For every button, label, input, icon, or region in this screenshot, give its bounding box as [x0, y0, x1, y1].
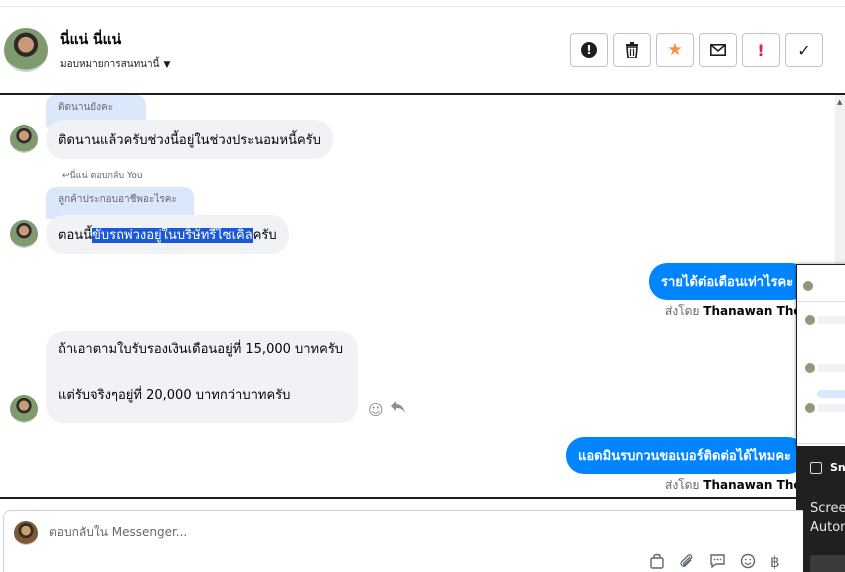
message-line-2: แต่รับจริงๆอยู่ที่ 20,000 บาทกว่าบาทครับ	[58, 388, 291, 403]
info-button[interactable]: !	[570, 33, 608, 67]
star-button[interactable]: ★	[656, 33, 694, 67]
assign-conversation-label: มอบหมายการสนทนานี้	[60, 59, 160, 70]
trash-icon	[626, 42, 638, 58]
composer-tools: ฿	[649, 553, 780, 572]
notification-action-button[interactable]	[810, 555, 845, 572]
reply-note: ↩นี่แน่ ตอบกลับ You	[62, 171, 143, 181]
done-button[interactable]: ✓	[785, 33, 823, 67]
baht-icon[interactable]: ฿	[770, 553, 780, 572]
reply-composer: ฿	[3, 510, 803, 572]
reply-input[interactable]	[49, 525, 449, 539]
paperclip-svg	[680, 554, 693, 567]
composer-divider	[0, 497, 800, 499]
emoji-svg	[740, 553, 756, 569]
contact-avatar-small[interactable]	[10, 395, 38, 423]
message-text: แอดมินรบกวนขอเบอร์ติดต่อได้ไหมคะ	[578, 449, 792, 464]
exclamation-icon: !	[757, 40, 765, 60]
sent-by-label: ส่งโดย Thanawan Thon	[665, 302, 810, 321]
notification-title: Sn	[830, 461, 845, 474]
sent-by-prefix: ส่งโดย	[665, 304, 700, 318]
selected-text: ขับรถพ่วงอยู่ในบริษัทรีไซเคิล	[92, 228, 253, 243]
emoji-icon[interactable]	[740, 553, 756, 572]
envelope-icon	[710, 44, 726, 56]
sender-name: Thanawan Thon	[703, 304, 811, 318]
contact-avatar-small[interactable]	[10, 125, 38, 153]
caret-down-icon: ▼	[163, 59, 171, 70]
message-text: ติดนานแล้วครับช่วงนี้อยู่ในช่วงประนอมหนี…	[58, 133, 321, 148]
thumbnail-bubble	[817, 316, 845, 324]
page-avatar	[14, 521, 38, 545]
thumbnail-divider	[797, 301, 845, 302]
thumbnail-bubble	[817, 390, 845, 398]
contact-avatar[interactable]	[4, 28, 48, 72]
bag-svg	[650, 553, 664, 569]
bag-icon[interactable]	[649, 553, 665, 572]
paperclip-icon[interactable]	[679, 553, 695, 572]
assign-conversation-dropdown[interactable]: มอบหมายการสนทนานี้ ▼	[60, 57, 170, 72]
reply-arrow-icon[interactable]	[390, 400, 406, 418]
star-icon: ★	[667, 40, 683, 60]
speech-bubble-svg	[710, 554, 725, 569]
exclamation-circle-icon: !	[581, 42, 597, 58]
outgoing-message[interactable]: แอดมินรบกวนขอเบอร์ติดต่อได้ไหมคะ	[566, 437, 806, 474]
messenger-inbox-window: นี่แน่ นี่แน่ มอบหมายการสนทนานี้ ▼ ! ★ !…	[0, 0, 845, 572]
smiley-icon[interactable]: ☺	[368, 401, 384, 419]
snipping-tool-icon	[810, 462, 822, 474]
reply-arrow-svg	[391, 401, 405, 413]
notification-line-1: Scree	[810, 501, 845, 516]
thumbnail-avatar	[805, 315, 815, 325]
speech-bubble-icon[interactable]	[709, 553, 726, 572]
outgoing-message[interactable]: รายได้ต่อเดือนเท่าไรคะ	[649, 263, 809, 300]
thumbnail-avatar	[803, 281, 813, 291]
incoming-message[interactable]: ติดนานแล้วครับช่วงนี้อยู่ในช่วงประนอมหนี…	[46, 120, 333, 159]
check-icon: ✓	[797, 40, 811, 60]
quoted-text: ติดนานยังคะ	[58, 102, 114, 113]
thumbnail-bubble	[817, 364, 845, 372]
screenshot-preview-thumbnail[interactable]	[796, 264, 845, 447]
thumbnail-divider	[797, 443, 845, 444]
message-text-start: ตอนนี้	[58, 228, 93, 243]
sent-by-label: ส่งโดย Thanawan Thon	[665, 476, 810, 495]
contact-name[interactable]: นี่แน่ นี่แน่	[60, 29, 121, 51]
message-thread[interactable]: ติดนานยังคะ ติดนานแล้วครับช่วงนี้อยู่ในช…	[0, 95, 845, 497]
conversation-toolbar: ! ★ ! ✓	[570, 33, 823, 67]
delete-button[interactable]	[613, 33, 651, 67]
conversation-header: นี่แน่ นี่แน่ มอบหมายการสนทนานี้ ▼ ! ★ !…	[0, 7, 845, 93]
snipping-tool-notification[interactable]: Sn Scree Auton	[796, 447, 845, 572]
sent-by-prefix: ส่งโดย	[665, 478, 700, 492]
incoming-message[interactable]: ตอนนี้ขับรถพ่วงอยู่ในบริษัทรีไซเคิลครับ	[46, 215, 289, 254]
message-text-end: ครับ	[252, 228, 277, 243]
scroll-up-arrow-icon[interactable]: ▲	[837, 98, 842, 106]
thumbnail-avatar	[805, 403, 815, 413]
sender-name: Thanawan Thon	[703, 478, 811, 492]
notification-body: Scree Auton	[810, 499, 845, 537]
spam-button[interactable]: !	[742, 33, 780, 67]
thumbnail-avatar	[805, 363, 815, 373]
incoming-message[interactable]: ถ้าเอาตามใบรับรองเงินเดือนอยู่ที่ 15,000…	[46, 331, 358, 423]
message-line-1: ถ้าเอาตามใบรับรองเงินเดือนอยู่ที่ 15,000…	[58, 342, 344, 357]
message-text: รายได้ต่อเดือนเท่าไรคะ	[661, 275, 794, 290]
mail-button[interactable]	[699, 33, 737, 67]
notification-line-2: Auton	[810, 520, 845, 535]
contact-avatar-small[interactable]	[10, 220, 38, 248]
thumbnail-bubble	[817, 404, 845, 412]
quoted-text: ลูกค้าประกอบอาชีพอะไรคะ	[58, 194, 177, 205]
